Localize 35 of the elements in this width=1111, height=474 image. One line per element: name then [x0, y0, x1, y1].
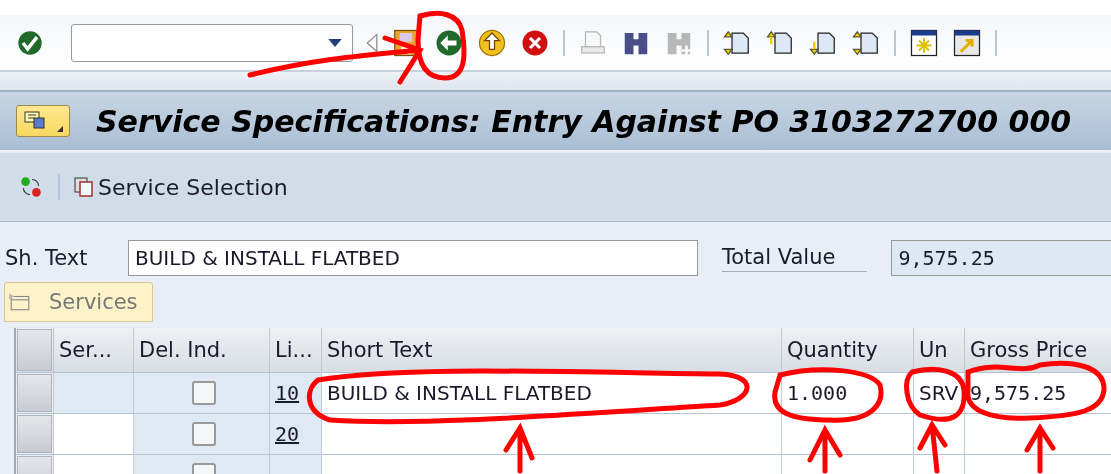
line-number-link[interactable]: 10	[275, 381, 300, 405]
dropdown-icon[interactable]	[328, 38, 342, 47]
column-header[interactable]: Li...	[269, 328, 321, 372]
short-text-field[interactable]: BUILD & INSTALL FLATBED	[128, 240, 698, 276]
annotation-arrow	[503, 422, 535, 474]
column-header[interactable]: Un	[913, 328, 964, 372]
column-header[interactable]: Short Text	[321, 328, 781, 372]
dots-arrows-icon[interactable]	[18, 174, 44, 200]
field-label: Total Value	[722, 244, 868, 272]
line-number-link[interactable]: 20	[275, 422, 300, 446]
tab-icon	[9, 293, 31, 311]
caret-icon[interactable]	[57, 126, 63, 132]
exit-icon[interactable]	[477, 27, 507, 58]
new-session-icon[interactable]	[909, 27, 939, 58]
total-value-field: 9,575.25	[891, 240, 1111, 276]
service-selection-button[interactable]: Service Selection	[74, 174, 288, 200]
command-field[interactable]	[71, 23, 353, 62]
annotation-arrow	[917, 420, 948, 474]
shortcut-icon[interactable]	[952, 27, 982, 58]
field-label: Sh. Text	[5, 246, 89, 270]
column-header[interactable]: Del. Ind.	[133, 328, 269, 372]
collapse-icon[interactable]	[366, 32, 378, 53]
annotation-arrow	[807, 424, 843, 474]
tab[interactable]: Services	[4, 282, 153, 322]
table-cell: 9,575.25	[964, 373, 1111, 413]
checkbox[interactable]	[192, 381, 216, 405]
column-header[interactable]: Ser...	[53, 328, 133, 372]
column-header[interactable]: Gross Price	[964, 328, 1111, 372]
pages-icon	[74, 177, 94, 197]
column-header[interactable]: Quantity	[781, 328, 913, 372]
annotation-arrow	[1024, 423, 1056, 474]
checkbox[interactable]	[192, 422, 216, 446]
enter-icon[interactable]	[16, 28, 44, 57]
menu-button[interactable]	[16, 105, 70, 137]
window-title: Service Specifications: Entry Against PO 3103272700 000	[96, 103, 1072, 139]
